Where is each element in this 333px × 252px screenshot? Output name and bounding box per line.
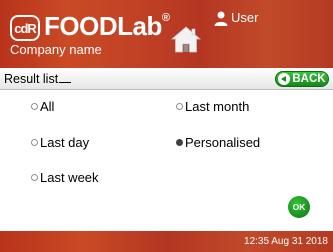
radio-icon[interactable] xyxy=(31,139,38,146)
option-label: Last week xyxy=(40,170,99,185)
option-all[interactable]: All xyxy=(31,99,54,114)
option-label: Last month xyxy=(185,99,250,114)
home-icon[interactable] xyxy=(170,24,202,54)
company-name: Company name xyxy=(10,42,102,57)
radio-icon[interactable] xyxy=(31,174,38,181)
user-icon[interactable] xyxy=(214,11,228,26)
option-label: All xyxy=(40,99,55,114)
back-arrow-icon xyxy=(278,73,291,85)
back-button-label: BACK xyxy=(292,73,326,85)
radio-icon[interactable] xyxy=(31,103,38,110)
app-header: cdR FOODLab® Company name User xyxy=(0,0,333,68)
radio-icon-selected[interactable] xyxy=(176,139,183,146)
page-title-text: Result list xyxy=(4,72,59,86)
user-label[interactable]: User xyxy=(231,10,258,25)
option-label: Last day xyxy=(40,135,90,150)
option-personalised[interactable]: Personalised xyxy=(176,135,260,150)
logo-badge: cdR xyxy=(10,15,40,41)
brand-name: FOODLab xyxy=(44,11,162,41)
registered-mark: ® xyxy=(161,12,170,25)
datetime-display: 12:35 Aug 31 2018 xyxy=(244,236,328,247)
status-bar: 12:35 Aug 31 2018 xyxy=(0,231,333,252)
ok-button[interactable]: OK xyxy=(288,196,310,218)
option-last-month[interactable]: Last month xyxy=(176,99,249,114)
title-cursor xyxy=(59,74,72,83)
title-bar: Result list BACK xyxy=(0,68,333,90)
radio-icon[interactable] xyxy=(176,103,183,110)
option-last-day[interactable]: Last day xyxy=(31,135,89,150)
option-label: Personalised xyxy=(185,135,261,150)
back-button[interactable]: BACK xyxy=(275,71,329,87)
page-title: Result list xyxy=(4,72,72,86)
option-last-week[interactable]: Last week xyxy=(31,170,99,185)
brand-logo: FOODLab® xyxy=(44,11,170,42)
